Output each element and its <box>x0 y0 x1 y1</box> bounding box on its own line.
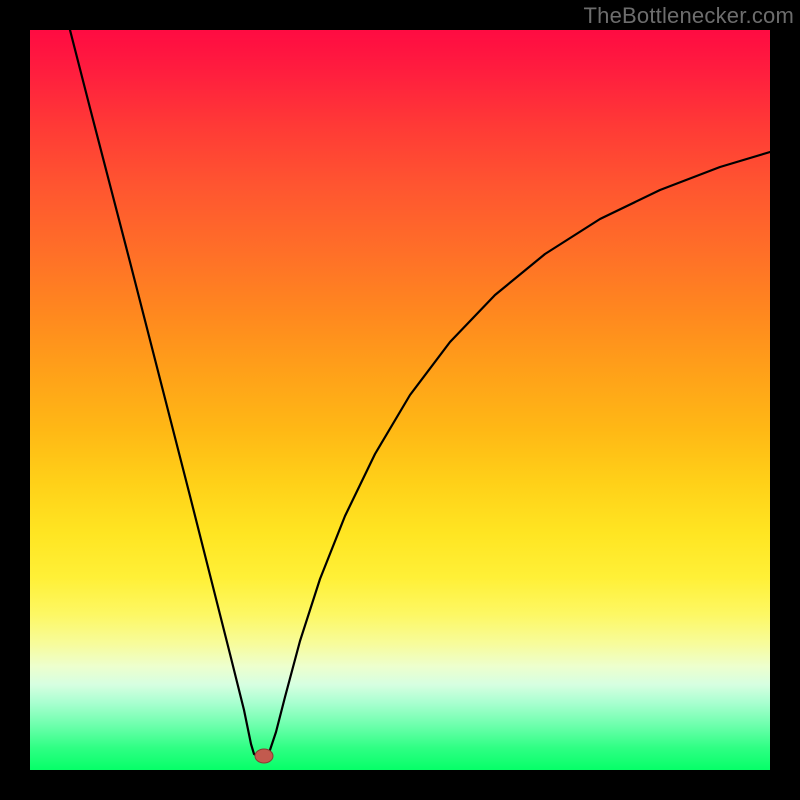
chart-frame: TheBottlenecker.com <box>0 0 800 800</box>
bottleneck-curve <box>30 30 770 770</box>
plot-area <box>30 30 770 770</box>
min-point-marker <box>255 749 273 763</box>
attribution-text: TheBottlenecker.com <box>584 3 794 29</box>
